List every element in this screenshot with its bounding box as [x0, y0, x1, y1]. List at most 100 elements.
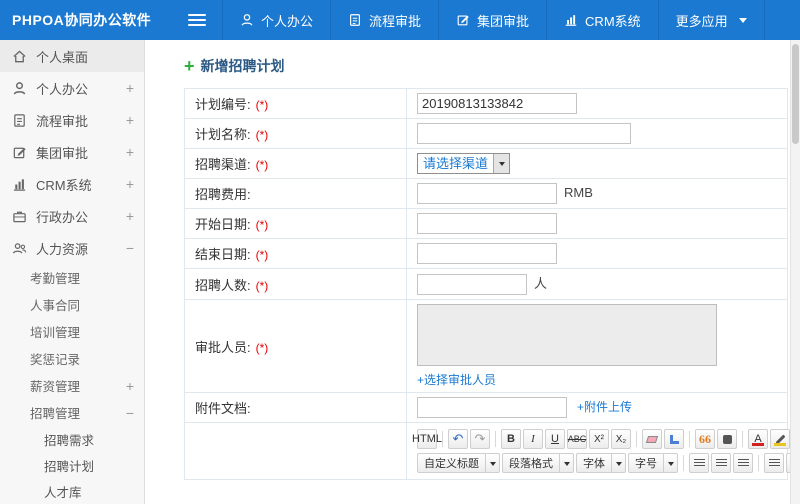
nav-label: CRM系统: [585, 13, 641, 29]
form-row-editor: HTML ↶ ↷ B I U ABC X² X₂ 66 A 自定义标题 段落格式…: [184, 422, 790, 481]
sidebar-item-personal-office[interactable]: 个人办公 +: [0, 72, 144, 104]
expand-plus-icon[interactable]: +: [126, 113, 134, 127]
form-row-attachment: 附件文档: +附件上传: [184, 392, 788, 424]
sidebar-item-personal-desktop[interactable]: 个人桌面: [0, 40, 144, 72]
sidebar-item-group-approval[interactable]: 集团审批 +: [0, 136, 144, 168]
align-center-button[interactable]: [711, 453, 731, 474]
underline-button[interactable]: U: [545, 429, 565, 450]
chevron-down-icon: [738, 17, 747, 23]
app-logo[interactable]: PHPOA协同办公软件: [0, 10, 151, 30]
custom-heading-dropdown[interactable]: 自定义标题: [417, 453, 500, 474]
font-color-button[interactable]: A: [748, 429, 768, 450]
undo-button[interactable]: ↶: [448, 429, 468, 450]
sidebar-item-human-resources[interactable]: 人力资源 −: [0, 232, 144, 264]
attachment-input[interactable]: [417, 397, 567, 419]
sidebar: 个人桌面 个人办公 + 流程审批 + 集团审批 + CRM系统 + 行政办公 +…: [0, 40, 145, 504]
sidebar-item-label: 个人桌面: [36, 49, 89, 65]
add-plus-icon: +: [184, 56, 195, 76]
align-right-button[interactable]: [733, 453, 753, 474]
italic-button[interactable]: I: [523, 429, 543, 450]
nav-workflow-approval[interactable]: 流程审批: [330, 0, 438, 40]
sidebar-item-recruitment-plan[interactable]: 招聘计划: [0, 452, 144, 478]
outdent-button[interactable]: [764, 453, 784, 474]
superscript-button[interactable]: X²: [589, 429, 609, 450]
format-painter-button[interactable]: [664, 429, 684, 450]
align-left-button[interactable]: [689, 453, 709, 474]
plan-number-input[interactable]: [417, 93, 577, 114]
horizontal-rule-button[interactable]: [717, 429, 737, 450]
vertical-scrollbar[interactable]: [790, 40, 800, 504]
sidebar-item-workflow-approval[interactable]: 流程审批 +: [0, 104, 144, 136]
chevron-down-icon: [611, 454, 625, 473]
bold-button[interactable]: B: [501, 429, 521, 450]
highlight-color-button[interactable]: [770, 429, 790, 450]
collapse-minus-icon[interactable]: −: [126, 406, 134, 420]
sidebar-item-recruitment-needs[interactable]: 招聘需求: [0, 426, 144, 452]
font-family-dropdown[interactable]: 字体: [576, 453, 626, 474]
document-list-icon: [348, 13, 362, 27]
nav-personal-office[interactable]: 个人办公: [222, 0, 330, 40]
nav-label: 个人办公: [261, 13, 314, 29]
fee-unit: RMB: [564, 184, 593, 200]
attachment-upload-link[interactable]: +附件上传: [577, 400, 632, 414]
dropdown-label: 自定义标题: [424, 458, 479, 471]
sidebar-item-salary-management[interactable]: 薪资管理 +: [0, 372, 144, 399]
top-nav: 个人办公 流程审批 集团审批 CRM系统 更多应用: [222, 0, 765, 40]
redo-button[interactable]: ↷: [470, 429, 490, 450]
paragraph-format-dropdown[interactable]: 段落格式: [502, 453, 574, 474]
expand-plus-icon[interactable]: +: [126, 379, 134, 393]
expand-plus-icon[interactable]: +: [126, 209, 134, 223]
nav-crm-system[interactable]: CRM系统: [546, 0, 658, 40]
sidebar-item-label: 奖惩记录: [30, 353, 81, 367]
toolbar-separator: [683, 455, 684, 472]
nav-group-approval[interactable]: 集团审批: [438, 0, 546, 40]
blockquote-button[interactable]: 66: [695, 429, 715, 450]
sidebar-item-training-management[interactable]: 培训管理: [0, 318, 144, 345]
form-row-fee: 招聘费用: RMB: [184, 178, 788, 209]
briefcase-icon: [12, 209, 27, 224]
toolbar-separator: [742, 431, 743, 448]
remove-format-button[interactable]: [642, 429, 662, 450]
approver-textarea[interactable]: [417, 304, 717, 367]
channel-select[interactable]: 请选择渠道: [417, 153, 511, 174]
collapse-minus-icon[interactable]: −: [126, 241, 134, 255]
select-approver-link[interactable]: +选择审批人员: [417, 371, 496, 388]
users-icon: [12, 241, 27, 256]
sidebar-item-label: 招聘计划: [44, 459, 95, 474]
start-date-input[interactable]: [417, 213, 557, 234]
plan-name-input[interactable]: [417, 123, 631, 144]
sidebar-item-label: 招聘管理: [30, 407, 81, 421]
field-label: 招聘人数:: [195, 277, 251, 293]
end-date-input[interactable]: [417, 243, 557, 264]
subscript-button[interactable]: X₂: [611, 429, 631, 450]
home-icon: [12, 49, 27, 64]
expand-plus-icon[interactable]: +: [126, 177, 134, 191]
sidebar-item-reward-records[interactable]: 奖惩记录: [0, 345, 144, 372]
nav-label: 流程审批: [369, 13, 422, 29]
field-label: 结束日期:: [195, 247, 251, 262]
expand-plus-icon[interactable]: +: [126, 145, 134, 159]
form-row-approver: 审批人员: (*) +选择审批人员: [184, 299, 788, 394]
sidebar-item-personnel-contract[interactable]: 人事合同: [0, 291, 144, 318]
sidebar-item-attendance-management[interactable]: 考勤管理: [0, 264, 144, 291]
html-source-button[interactable]: HTML: [412, 429, 442, 450]
font-size-dropdown[interactable]: 字号: [628, 453, 678, 474]
nav-more-apps[interactable]: 更多应用: [657, 0, 765, 40]
headcount-input[interactable]: [417, 274, 527, 296]
expand-plus-icon[interactable]: +: [126, 81, 134, 95]
menu-icon[interactable]: [188, 14, 206, 26]
bar-chart-icon: [564, 13, 578, 27]
brush-icon: [669, 434, 679, 444]
sidebar-item-talent-pool[interactable]: 人才库: [0, 478, 144, 504]
editor-toolbar-row-1: HTML ↶ ↷ B I U ABC X² X₂ 66 A: [412, 427, 790, 451]
sidebar-item-administrative-office[interactable]: 行政办公 +: [0, 200, 144, 232]
screen: PHPOA协同办公软件 个人办公 流程审批 集团审批 CRM系统 更多应用 个人…: [0, 0, 800, 504]
strikethrough-button[interactable]: ABC: [567, 429, 587, 450]
field-label: 招聘渠道:: [195, 157, 251, 172]
align-center-icon: [715, 458, 727, 468]
sidebar-item-crm-system[interactable]: CRM系统 +: [0, 168, 144, 200]
align-left-icon: [693, 458, 705, 468]
fee-input[interactable]: [417, 183, 557, 204]
scrollbar-thumb[interactable]: [792, 44, 799, 144]
sidebar-item-recruitment-management[interactable]: 招聘管理 −: [0, 399, 144, 426]
